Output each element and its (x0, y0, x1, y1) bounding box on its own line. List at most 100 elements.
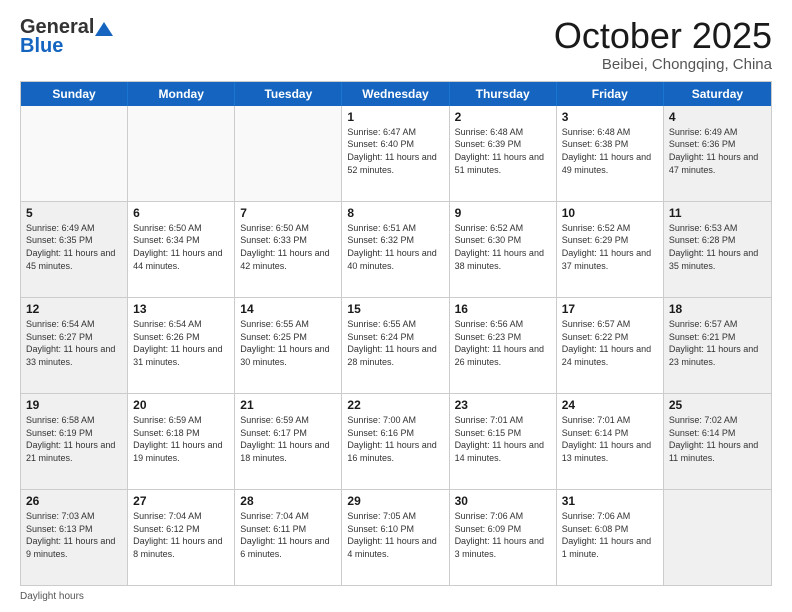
day-number: 21 (240, 397, 336, 413)
day-number: 12 (26, 301, 122, 317)
cell-info: Sunrise: 6:47 AM Sunset: 6:40 PM Dayligh… (347, 126, 443, 176)
day-number: 27 (133, 493, 229, 509)
day-number: 22 (347, 397, 443, 413)
cal-cell-day-19: 19Sunrise: 6:58 AM Sunset: 6:19 PM Dayli… (21, 394, 128, 489)
day-number: 13 (133, 301, 229, 317)
cal-cell-day-14: 14Sunrise: 6:55 AM Sunset: 6:25 PM Dayli… (235, 298, 342, 393)
calendar-row-1: 1Sunrise: 6:47 AM Sunset: 6:40 PM Daylig… (21, 106, 771, 202)
day-number: 25 (669, 397, 766, 413)
day-number: 18 (669, 301, 766, 317)
cell-info: Sunrise: 6:59 AM Sunset: 6:17 PM Dayligh… (240, 414, 336, 464)
calendar-header: SundayMondayTuesdayWednesdayThursdayFrid… (21, 82, 771, 106)
cal-cell-empty (21, 106, 128, 201)
weekday-header-tuesday: Tuesday (235, 82, 342, 106)
weekday-header-monday: Monday (128, 82, 235, 106)
day-number: 6 (133, 205, 229, 221)
cal-cell-empty (235, 106, 342, 201)
day-number: 28 (240, 493, 336, 509)
day-number: 29 (347, 493, 443, 509)
day-number: 14 (240, 301, 336, 317)
cell-info: Sunrise: 7:02 AM Sunset: 6:14 PM Dayligh… (669, 414, 766, 464)
cal-cell-day-17: 17Sunrise: 6:57 AM Sunset: 6:22 PM Dayli… (557, 298, 664, 393)
cell-info: Sunrise: 6:51 AM Sunset: 6:32 PM Dayligh… (347, 222, 443, 272)
day-number: 8 (347, 205, 443, 221)
cal-cell-day-27: 27Sunrise: 7:04 AM Sunset: 6:12 PM Dayli… (128, 490, 235, 585)
cal-cell-day-8: 8Sunrise: 6:51 AM Sunset: 6:32 PM Daylig… (342, 202, 449, 297)
day-number: 30 (455, 493, 551, 509)
cal-cell-day-20: 20Sunrise: 6:59 AM Sunset: 6:18 PM Dayli… (128, 394, 235, 489)
cal-cell-day-21: 21Sunrise: 6:59 AM Sunset: 6:17 PM Dayli… (235, 394, 342, 489)
day-number: 1 (347, 109, 443, 125)
weekday-header-thursday: Thursday (450, 82, 557, 106)
cal-cell-day-28: 28Sunrise: 7:04 AM Sunset: 6:11 PM Dayli… (235, 490, 342, 585)
day-number: 5 (26, 205, 122, 221)
cal-cell-day-3: 3Sunrise: 6:48 AM Sunset: 6:38 PM Daylig… (557, 106, 664, 201)
cal-cell-day-12: 12Sunrise: 6:54 AM Sunset: 6:27 PM Dayli… (21, 298, 128, 393)
cal-cell-day-16: 16Sunrise: 6:56 AM Sunset: 6:23 PM Dayli… (450, 298, 557, 393)
day-number: 23 (455, 397, 551, 413)
day-number: 10 (562, 205, 658, 221)
day-number: 19 (26, 397, 122, 413)
cell-info: Sunrise: 6:56 AM Sunset: 6:23 PM Dayligh… (455, 318, 551, 368)
cell-info: Sunrise: 6:50 AM Sunset: 6:33 PM Dayligh… (240, 222, 336, 272)
cell-info: Sunrise: 7:06 AM Sunset: 6:09 PM Dayligh… (455, 510, 551, 560)
month-title: October 2025 (554, 16, 772, 56)
cell-info: Sunrise: 6:59 AM Sunset: 6:18 PM Dayligh… (133, 414, 229, 464)
cell-info: Sunrise: 6:49 AM Sunset: 6:35 PM Dayligh… (26, 222, 122, 272)
cal-cell-day-11: 11Sunrise: 6:53 AM Sunset: 6:28 PM Dayli… (664, 202, 771, 297)
cell-info: Sunrise: 7:00 AM Sunset: 6:16 PM Dayligh… (347, 414, 443, 464)
day-number: 2 (455, 109, 551, 125)
page: General Blue October 2025 Beibei, Chongq… (0, 0, 792, 612)
cal-cell-empty (128, 106, 235, 201)
cal-cell-day-13: 13Sunrise: 6:54 AM Sunset: 6:26 PM Dayli… (128, 298, 235, 393)
cell-info: Sunrise: 7:05 AM Sunset: 6:10 PM Dayligh… (347, 510, 443, 560)
cal-cell-day-24: 24Sunrise: 7:01 AM Sunset: 6:14 PM Dayli… (557, 394, 664, 489)
cal-cell-day-5: 5Sunrise: 6:49 AM Sunset: 6:35 PM Daylig… (21, 202, 128, 297)
cal-cell-day-25: 25Sunrise: 7:02 AM Sunset: 6:14 PM Dayli… (664, 394, 771, 489)
cell-info: Sunrise: 6:54 AM Sunset: 6:26 PM Dayligh… (133, 318, 229, 368)
day-number: 3 (562, 109, 658, 125)
day-number: 9 (455, 205, 551, 221)
cal-cell-day-6: 6Sunrise: 6:50 AM Sunset: 6:34 PM Daylig… (128, 202, 235, 297)
cal-cell-day-26: 26Sunrise: 7:03 AM Sunset: 6:13 PM Dayli… (21, 490, 128, 585)
cell-info: Sunrise: 6:53 AM Sunset: 6:28 PM Dayligh… (669, 222, 766, 272)
cal-cell-day-23: 23Sunrise: 7:01 AM Sunset: 6:15 PM Dayli… (450, 394, 557, 489)
cal-cell-day-9: 9Sunrise: 6:52 AM Sunset: 6:30 PM Daylig… (450, 202, 557, 297)
calendar-row-3: 12Sunrise: 6:54 AM Sunset: 6:27 PM Dayli… (21, 298, 771, 394)
cal-cell-day-7: 7Sunrise: 6:50 AM Sunset: 6:33 PM Daylig… (235, 202, 342, 297)
cell-info: Sunrise: 7:04 AM Sunset: 6:11 PM Dayligh… (240, 510, 336, 560)
cal-cell-day-30: 30Sunrise: 7:06 AM Sunset: 6:09 PM Dayli… (450, 490, 557, 585)
title-block: October 2025 Beibei, Chongqing, China (554, 16, 772, 73)
cal-cell-day-15: 15Sunrise: 6:55 AM Sunset: 6:24 PM Dayli… (342, 298, 449, 393)
logo: General Blue (20, 16, 113, 58)
cell-info: Sunrise: 6:52 AM Sunset: 6:29 PM Dayligh… (562, 222, 658, 272)
weekday-header-sunday: Sunday (21, 82, 128, 106)
day-number: 15 (347, 301, 443, 317)
cell-info: Sunrise: 6:50 AM Sunset: 6:34 PM Dayligh… (133, 222, 229, 272)
cell-info: Sunrise: 7:06 AM Sunset: 6:08 PM Dayligh… (562, 510, 658, 560)
day-number: 26 (26, 493, 122, 509)
calendar-row-2: 5Sunrise: 6:49 AM Sunset: 6:35 PM Daylig… (21, 202, 771, 298)
cell-info: Sunrise: 6:57 AM Sunset: 6:22 PM Dayligh… (562, 318, 658, 368)
calendar-row-4: 19Sunrise: 6:58 AM Sunset: 6:19 PM Dayli… (21, 394, 771, 490)
logo-blue: Blue (20, 35, 63, 58)
header: General Blue October 2025 Beibei, Chongq… (20, 16, 772, 73)
weekday-header-saturday: Saturday (664, 82, 771, 106)
cell-info: Sunrise: 7:01 AM Sunset: 6:15 PM Dayligh… (455, 414, 551, 464)
cell-info: Sunrise: 6:49 AM Sunset: 6:36 PM Dayligh… (669, 126, 766, 176)
cell-info: Sunrise: 7:04 AM Sunset: 6:12 PM Dayligh… (133, 510, 229, 560)
day-number: 17 (562, 301, 658, 317)
calendar: SundayMondayTuesdayWednesdayThursdayFrid… (20, 81, 772, 586)
cell-info: Sunrise: 6:55 AM Sunset: 6:25 PM Dayligh… (240, 318, 336, 368)
day-number: 31 (562, 493, 658, 509)
cell-info: Sunrise: 6:48 AM Sunset: 6:38 PM Dayligh… (562, 126, 658, 176)
cell-info: Sunrise: 6:54 AM Sunset: 6:27 PM Dayligh… (26, 318, 122, 368)
footer-note: Daylight hours (20, 591, 772, 602)
cell-info: Sunrise: 7:03 AM Sunset: 6:13 PM Dayligh… (26, 510, 122, 560)
location: Beibei, Chongqing, China (554, 56, 772, 73)
day-number: 11 (669, 205, 766, 221)
cal-cell-day-1: 1Sunrise: 6:47 AM Sunset: 6:40 PM Daylig… (342, 106, 449, 201)
cell-info: Sunrise: 6:48 AM Sunset: 6:39 PM Dayligh… (455, 126, 551, 176)
day-number: 7 (240, 205, 336, 221)
weekday-header-wednesday: Wednesday (342, 82, 449, 106)
